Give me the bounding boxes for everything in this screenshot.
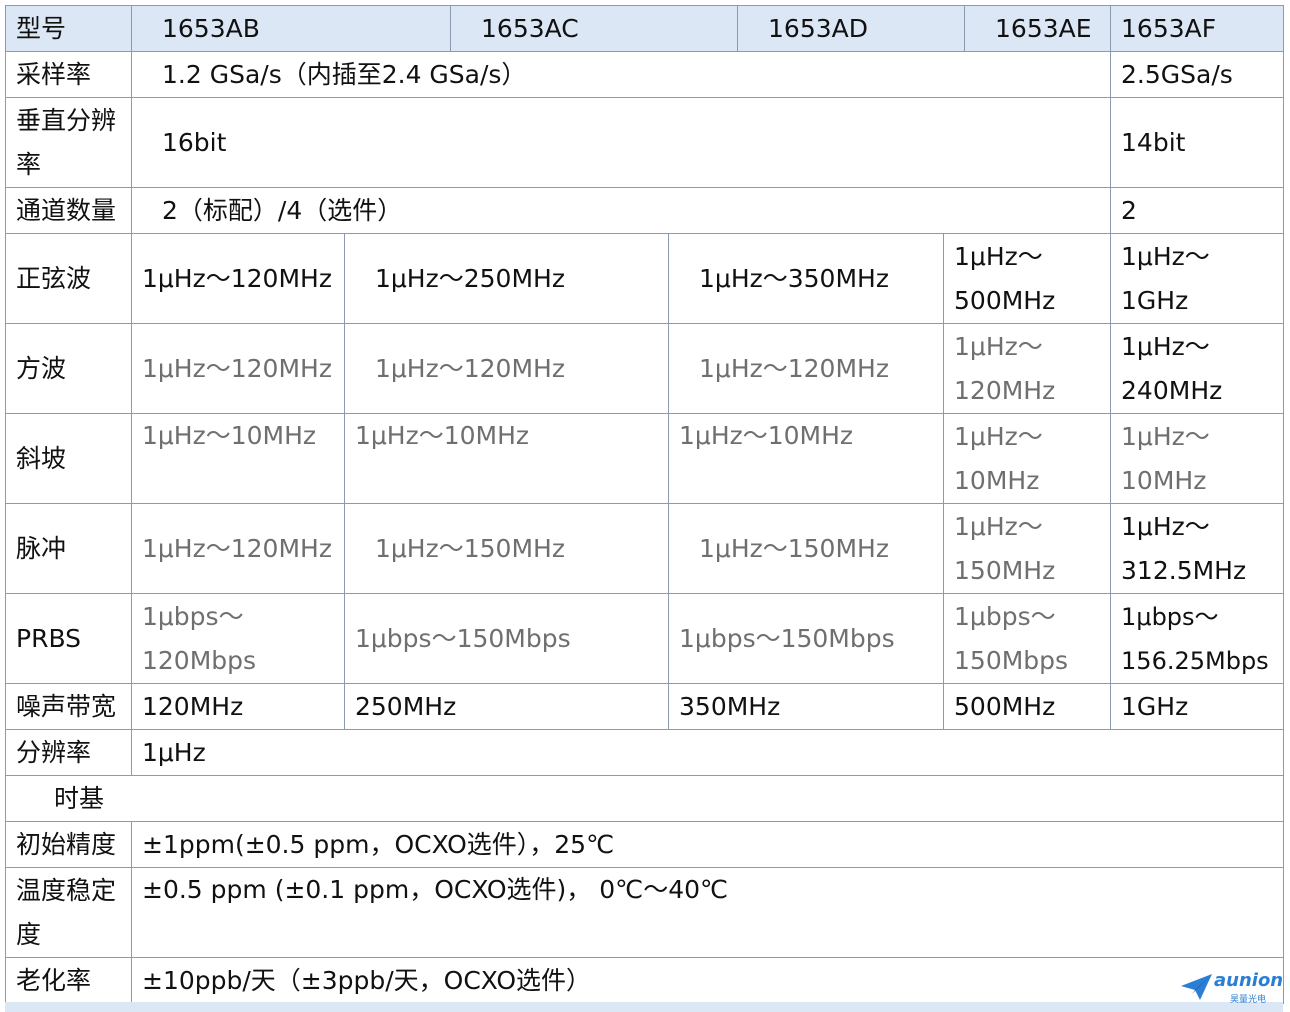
row-label: 脉冲 — [5, 503, 132, 594]
header-model-1653ab: 1653AB — [130, 5, 452, 52]
header-model-1653af: 1653AF — [1110, 5, 1285, 52]
header-model-1653ac: 1653AC — [450, 5, 739, 52]
prbs-1653af: 1μbps～156.25Mbps — [1110, 593, 1285, 684]
prbs-1653ac: 1μbps～150Mbps — [343, 593, 670, 684]
paper-plane-icon — [1181, 974, 1212, 1000]
row-temp-stability: 温度稳定度 ±0.5 ppm (±0.1 ppm，OCXO选件)， 0℃～40℃ — [5, 867, 1285, 958]
resolution-value: 1μHz — [130, 729, 1285, 776]
prbs-1653ad: 1μbps～150Mbps — [668, 593, 945, 684]
noise-bw-1653ae: 500MHz — [943, 683, 1112, 730]
row-vertical-res: 垂直分辨率 16bit 14bit — [5, 97, 1285, 188]
row-label: 噪声带宽 — [5, 683, 132, 730]
row-label: 垂直分辨率 — [5, 97, 132, 188]
ramp-1653af: 1μHz～10MHz — [1110, 413, 1285, 504]
pulse-1653af: 1μHz～312.5MHz — [1110, 503, 1285, 594]
row-label: 方波 — [5, 323, 132, 414]
sample-rate-value: 1.2 GSa/s（内插至2.4 GSa/s） — [130, 51, 1112, 98]
channels-value: 2（标配）/4（选件） — [130, 187, 1112, 234]
header-row: 型号 1653AB 1653AC 1653AD 1653AE 1653AF — [5, 5, 1285, 52]
sine-1653ab: 1μHz～120MHz — [131, 233, 345, 324]
row-noise-bandwidth: 噪声带宽 120MHz 250MHz 350MHz 500MHz 1GHz — [5, 683, 1285, 730]
initial-accuracy-value: ±1ppm(±0.5 ppm，OCXO选件），25℃ — [130, 821, 1285, 868]
timebase-section-title: 时基 — [4, 775, 1285, 822]
row-pulse: 脉冲 1μHz～120MHz 1μHz～150MHz 1μHz～150MHz 1… — [5, 503, 1285, 594]
row-channels: 通道数量 2（标配）/4（选件） 2 — [5, 187, 1285, 234]
ramp-1653ae: 1μHz～10MHz — [943, 413, 1112, 504]
square-1653ab: 1μHz～120MHz — [131, 323, 345, 414]
row-prbs: PRBS 1μbps～120Mbps 1μbps～150Mbps 1μbps～1… — [5, 593, 1285, 684]
pulse-1653ad: 1μHz～150MHz — [668, 503, 945, 594]
sine-1653ad: 1μHz～350MHz — [668, 233, 945, 324]
row-aging: 老化率 ±10ppb/天（±3ppb/天，OCXO选件） — [5, 957, 1285, 1004]
ramp-1653ab: 1μHz～10MHz — [131, 413, 345, 504]
header-model-1653ae: 1653AE — [964, 5, 1112, 52]
sine-1653af: 1μHz～1GHz — [1110, 233, 1285, 324]
row-label: 通道数量 — [5, 187, 132, 234]
row-label: 温度稳定度 — [5, 867, 132, 958]
row-sine: 正弦波 1μHz～120MHz 1μHz～250MHz 1μHz～350MHz … — [5, 233, 1285, 324]
spec-table: 型号 1653AB 1653AC 1653AD 1653AE 1653AF 采样… — [4, 5, 1285, 1004]
square-1653ad: 1μHz～120MHz — [668, 323, 945, 414]
bottom-band — [5, 1002, 1283, 1012]
aging-value: ±10ppb/天（±3ppb/天，OCXO选件） — [130, 957, 1285, 1004]
row-label: 初始精度 — [5, 821, 132, 868]
sample-rate-af-value: 2.5GSa/s — [1110, 51, 1285, 98]
watermark-logo: aunion 昊量光电 — [1180, 968, 1284, 1005]
row-ramp: 斜坡 1μHz～10MHz 1μHz～10MHz 1μHz～10MHz 1μHz… — [5, 413, 1285, 504]
ramp-1653ad: 1μHz～10MHz — [668, 413, 945, 504]
prbs-1653ab: 1μbps～120Mbps — [131, 593, 345, 684]
row-label: PRBS — [5, 593, 132, 684]
prbs-1653ae: 1μbps～150Mbps — [943, 593, 1112, 684]
pulse-1653ae: 1μHz～150MHz — [943, 503, 1112, 594]
noise-bw-1653ac: 250MHz — [343, 683, 670, 730]
noise-bw-1653ad: 350MHz — [668, 683, 945, 730]
sine-1653ae: 1μHz～500MHz — [943, 233, 1112, 324]
square-1653ae: 1μHz～120MHz — [943, 323, 1112, 414]
row-initial-accuracy: 初始精度 ±1ppm(±0.5 ppm，OCXO选件），25℃ — [5, 821, 1285, 868]
row-label: 老化率 — [5, 957, 132, 1004]
row-resolution: 分辨率 1μHz — [5, 729, 1285, 776]
channels-af-value: 2 — [1110, 187, 1285, 234]
row-label: 采样率 — [5, 51, 132, 98]
row-square: 方波 1μHz～120MHz 1μHz～120MHz 1μHz～120MHz 1… — [5, 323, 1285, 414]
ramp-1653ac: 1μHz～10MHz — [343, 413, 670, 504]
row-label: 分辨率 — [5, 729, 132, 776]
watermark-brand: aunion — [1214, 970, 1284, 991]
vertical-res-af-value: 14bit — [1110, 97, 1285, 188]
header-model-1653ad: 1653AD — [737, 5, 966, 52]
square-1653af: 1μHz～240MHz — [1110, 323, 1285, 414]
vertical-res-value: 16bit — [130, 97, 1112, 188]
row-label: 斜坡 — [5, 413, 132, 504]
row-label: 正弦波 — [5, 233, 132, 324]
sine-1653ac: 1μHz～250MHz — [343, 233, 670, 324]
pulse-1653ab: 1μHz～120MHz — [131, 503, 345, 594]
temp-stability-value: ±0.5 ppm (±0.1 ppm，OCXO选件)， 0℃～40℃ — [130, 867, 1285, 958]
header-model-label: 型号 — [5, 5, 132, 52]
row-sample-rate: 采样率 1.2 GSa/s（内插至2.4 GSa/s） 2.5GSa/s — [5, 51, 1285, 98]
pulse-1653ac: 1μHz～150MHz — [343, 503, 670, 594]
noise-bw-1653ab: 120MHz — [131, 683, 345, 730]
row-timebase-section: 时基 — [4, 775, 1285, 822]
square-1653ac: 1μHz～120MHz — [343, 323, 670, 414]
noise-bw-1653af: 1GHz — [1110, 683, 1285, 730]
watermark-sub: 昊量光电 — [1230, 995, 1267, 1005]
